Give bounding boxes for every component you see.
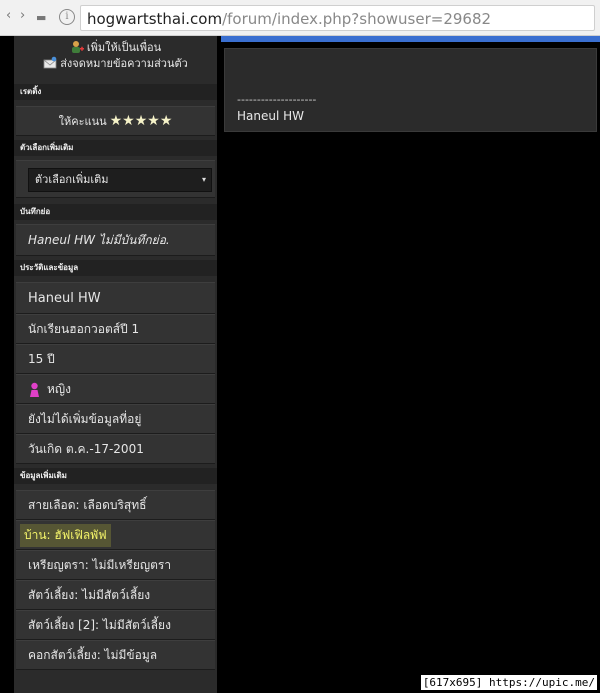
- info-icon[interactable]: i: [59, 9, 75, 25]
- bio-group: นักเรียนฮอกวอตส์ปี 1: [16, 314, 215, 344]
- send-pm-link[interactable]: ส่งจดหมายข้อความส่วนตัว: [14, 54, 217, 72]
- page-margin: [0, 36, 14, 693]
- bio-location: ยังไม่ได้เพิ่มข้อมูลที่อยู่: [16, 404, 215, 434]
- back-icon[interactable]: ‹: [6, 8, 11, 23]
- signature-panel: -------------------- Haneul HW: [224, 48, 597, 132]
- section-options-title: ตัวเลือกเพิ่มเติม: [14, 140, 217, 156]
- envelope-icon: [43, 56, 57, 69]
- browser-toolbar: ‹ › ▬ i hogwartsthai.com/forum/index.php…: [0, 0, 600, 36]
- options-select-value: ตัวเลือกเพิ่มเติม: [35, 173, 109, 186]
- rating-box: ให้คะแนน ★★★★★: [16, 106, 215, 136]
- menu-icon[interactable]: ▬: [36, 11, 46, 24]
- image-watermark: [617x695] https://upic.me/: [420, 675, 597, 690]
- bio-gender-label: หญิง: [47, 381, 71, 396]
- options-select[interactable]: ตัวเลือกเพิ่มเติม ▾: [28, 168, 212, 192]
- bio-age: 15 ปี: [16, 344, 215, 374]
- forum-page: เพิ่มให้เป็นเพื่อน ส่งจดหมายข้อความส่วนต…: [0, 36, 600, 693]
- column-divider: [217, 36, 221, 693]
- extra-house: บ้าน: ฮัฟเฟิลพัฟ: [16, 520, 215, 550]
- signature-divider: --------------------: [237, 93, 317, 106]
- add-friend-icon: [71, 41, 84, 53]
- extra-pet-1: สัตว์เลี้ยง: ไม่มีสัตว์เลี้ยง: [16, 580, 215, 610]
- rating-stars[interactable]: ★★★★★: [110, 113, 173, 129]
- bio-birthday: วันเกิด ต.ค.-17-2001: [16, 434, 215, 464]
- signature-name: Haneul HW: [237, 109, 305, 123]
- url-text: hogwartsthai.com/forum/index.php?showuse…: [87, 10, 492, 28]
- rating-label: ให้คะแนน: [58, 115, 107, 128]
- options-box: ตัวเลือกเพิ่มเติม ▾: [16, 160, 215, 198]
- extra-pet-house: คอกสัตว์เลี้ยง: ไม่มีข้อมูล: [16, 640, 215, 670]
- note-box: Haneul HW ไม่มีบันทึกย่อ.: [16, 224, 215, 256]
- section-extra-title: ข้อมูลเพิ่มเติม: [14, 468, 217, 484]
- forward-icon[interactable]: ›: [20, 8, 25, 23]
- extra-pet-2: สัตว์เลี้ยง [2]: ไม่มีสัตว์เลี้ยง: [16, 610, 215, 640]
- extra-house-value: บ้าน: ฮัฟเฟิลพัฟ: [20, 523, 111, 547]
- profile-sidebar: เพิ่มให้เป็นเพื่อน ส่งจดหมายข้อความส่วนต…: [14, 36, 217, 693]
- female-icon: [30, 382, 39, 397]
- section-note-title: บันทึกย่อ: [14, 204, 217, 220]
- address-bar[interactable]: i hogwartsthai.com/forum/index.php?showu…: [59, 5, 595, 31]
- extra-medal: เหรียญตรา: ไม่มีเหรียญตรา: [16, 550, 215, 580]
- extra-blood: สายเลือด: เลือดบริสุทธิ์: [16, 490, 215, 520]
- bio-gender: หญิง: [16, 374, 215, 404]
- chevron-down-icon: ▾: [201, 175, 206, 184]
- section-rating-title: เรตติ้ง: [14, 84, 217, 100]
- bio-name: Haneul HW: [16, 282, 215, 314]
- section-bio-title: ประวัติและข้อมูล: [14, 260, 217, 276]
- content-accent-bar: [221, 36, 600, 42]
